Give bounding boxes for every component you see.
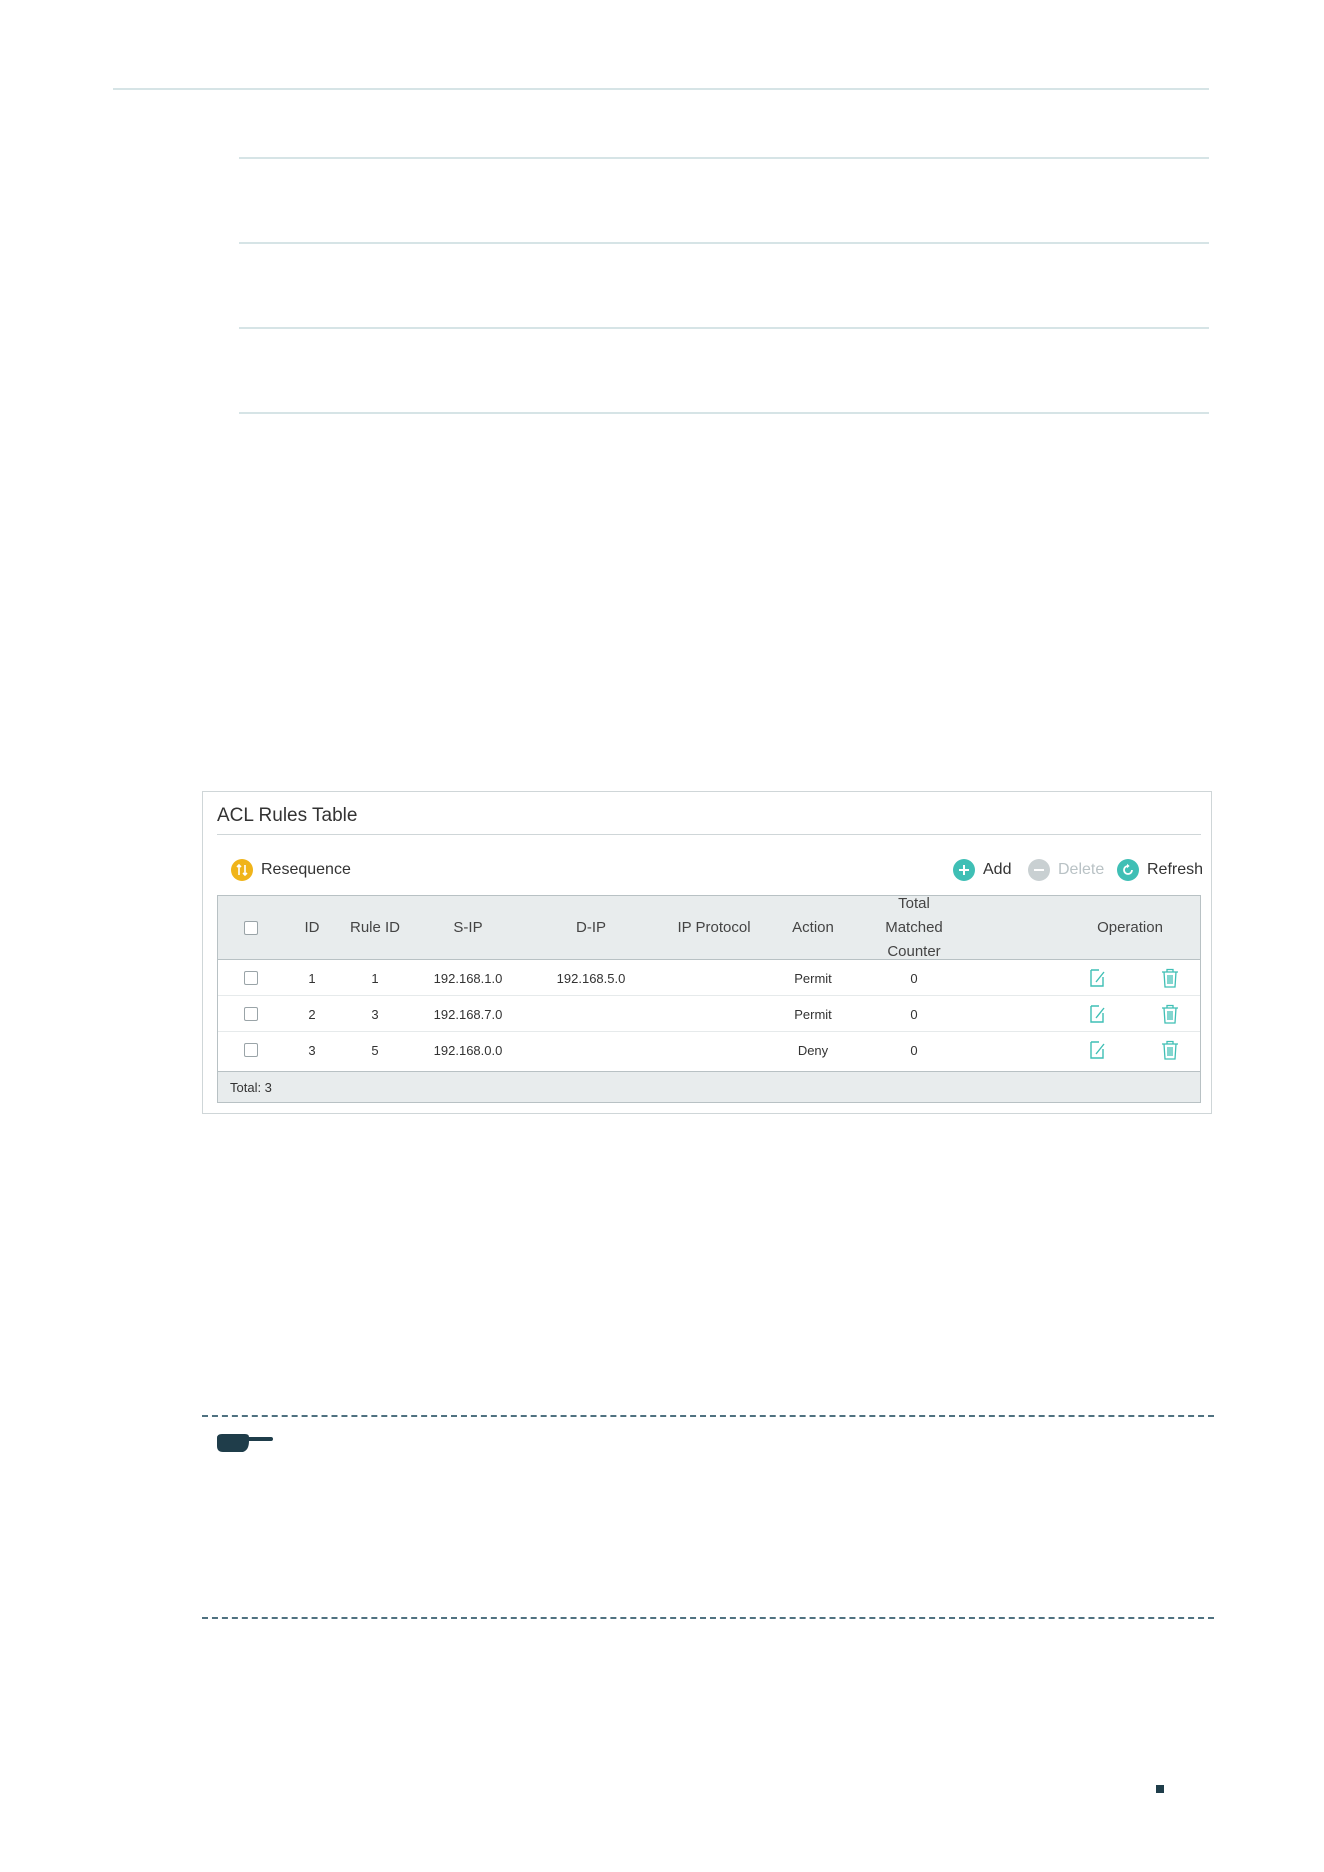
table-rule-3	[239, 327, 1209, 329]
table-rule-1	[239, 157, 1209, 159]
cell-s-ip: 192.168.0.0	[433, 1042, 503, 1058]
delete-label: Delete	[1058, 861, 1105, 878]
cell-counter: 0	[910, 1042, 918, 1058]
cell-id: 2	[308, 1006, 316, 1022]
row-checkbox[interactable]	[244, 1007, 258, 1021]
cell-ip-protocol	[656, 1032, 772, 1068]
edit-icon[interactable]	[1089, 1004, 1107, 1024]
cell-d-ip	[526, 996, 656, 1032]
header-id: ID	[304, 919, 320, 936]
trash-icon[interactable]	[1161, 968, 1179, 988]
cell-ip-protocol	[656, 996, 772, 1032]
edit-icon[interactable]	[1089, 1040, 1107, 1060]
resequence-button[interactable]: Resequence	[231, 858, 351, 882]
minus-icon	[1028, 859, 1050, 881]
header-d-ip: D-IP	[576, 919, 606, 936]
cell-id: 3	[308, 1042, 316, 1058]
note-top-divider	[202, 1415, 1214, 1417]
top-rule	[113, 88, 1209, 90]
cell-action: Permit	[794, 1006, 832, 1022]
cell-id: 1	[308, 970, 316, 986]
table-row: 3 5 192.168.0.0 Deny 0	[218, 1032, 1200, 1068]
header-action: Action	[792, 919, 834, 936]
cell-counter: 0	[910, 970, 918, 986]
acl-rules-panel: ACL Rules Table Resequence Add Delete Re…	[202, 791, 1212, 1114]
table-rule-4	[239, 412, 1209, 414]
refresh-button[interactable]: Refresh	[1117, 858, 1203, 882]
trash-icon[interactable]	[1161, 1040, 1179, 1060]
pointing-hand-icon	[215, 1430, 273, 1461]
header-select-all	[218, 896, 284, 960]
cell-action: Permit	[794, 970, 832, 986]
page-marker	[1156, 1785, 1164, 1793]
note-bottom-divider	[202, 1617, 1214, 1619]
header-s-ip: S-IP	[453, 919, 483, 936]
row-checkbox[interactable]	[244, 1043, 258, 1057]
edit-icon[interactable]	[1089, 968, 1107, 988]
header-total-matched-counter: Total Matched Counter	[885, 895, 943, 960]
header-rule-id: Rule ID	[349, 919, 401, 936]
table-rule-2	[239, 242, 1209, 244]
panel-title: ACL Rules Table	[217, 805, 358, 826]
acl-rules-table: ID Rule ID S-IP D-IP IP Protocol Action …	[217, 895, 1201, 1103]
header-ip-protocol: IP Protocol	[677, 919, 751, 936]
cell-s-ip: 192.168.7.0	[433, 1006, 503, 1022]
cell-d-ip: 192.168.5.0	[556, 970, 626, 986]
resequence-label: Resequence	[261, 861, 351, 878]
cell-s-ip: 192.168.1.0	[433, 970, 503, 986]
header-operation: Operation	[1097, 919, 1163, 936]
trash-icon[interactable]	[1161, 1004, 1179, 1024]
cell-counter: 0	[910, 1006, 918, 1022]
cell-ip-protocol	[656, 960, 772, 996]
refresh-label: Refresh	[1147, 861, 1204, 878]
add-label: Add	[983, 861, 1012, 878]
row-checkbox[interactable]	[244, 971, 258, 985]
refresh-icon	[1117, 859, 1139, 881]
select-all-checkbox[interactable]	[244, 921, 258, 935]
table-row: 2 3 192.168.7.0 Permit 0	[218, 996, 1200, 1032]
cell-action: Deny	[797, 1042, 829, 1058]
add-button[interactable]: Add	[953, 858, 1011, 882]
plus-icon	[953, 859, 975, 881]
panel-title-divider	[217, 834, 1201, 835]
delete-button[interactable]: Delete	[1028, 858, 1104, 882]
table-footer-total: Total: 3	[218, 1071, 1200, 1102]
cell-rule-id: 1	[371, 970, 379, 986]
cell-rule-id: 3	[371, 1006, 379, 1022]
cell-d-ip	[526, 1032, 656, 1068]
cell-rule-id: 5	[371, 1042, 379, 1058]
table-row: 1 1 192.168.1.0 192.168.5.0 Permit 0	[218, 960, 1200, 996]
resequence-icon	[231, 859, 253, 881]
table-header: ID Rule ID S-IP D-IP IP Protocol Action …	[218, 895, 1200, 960]
